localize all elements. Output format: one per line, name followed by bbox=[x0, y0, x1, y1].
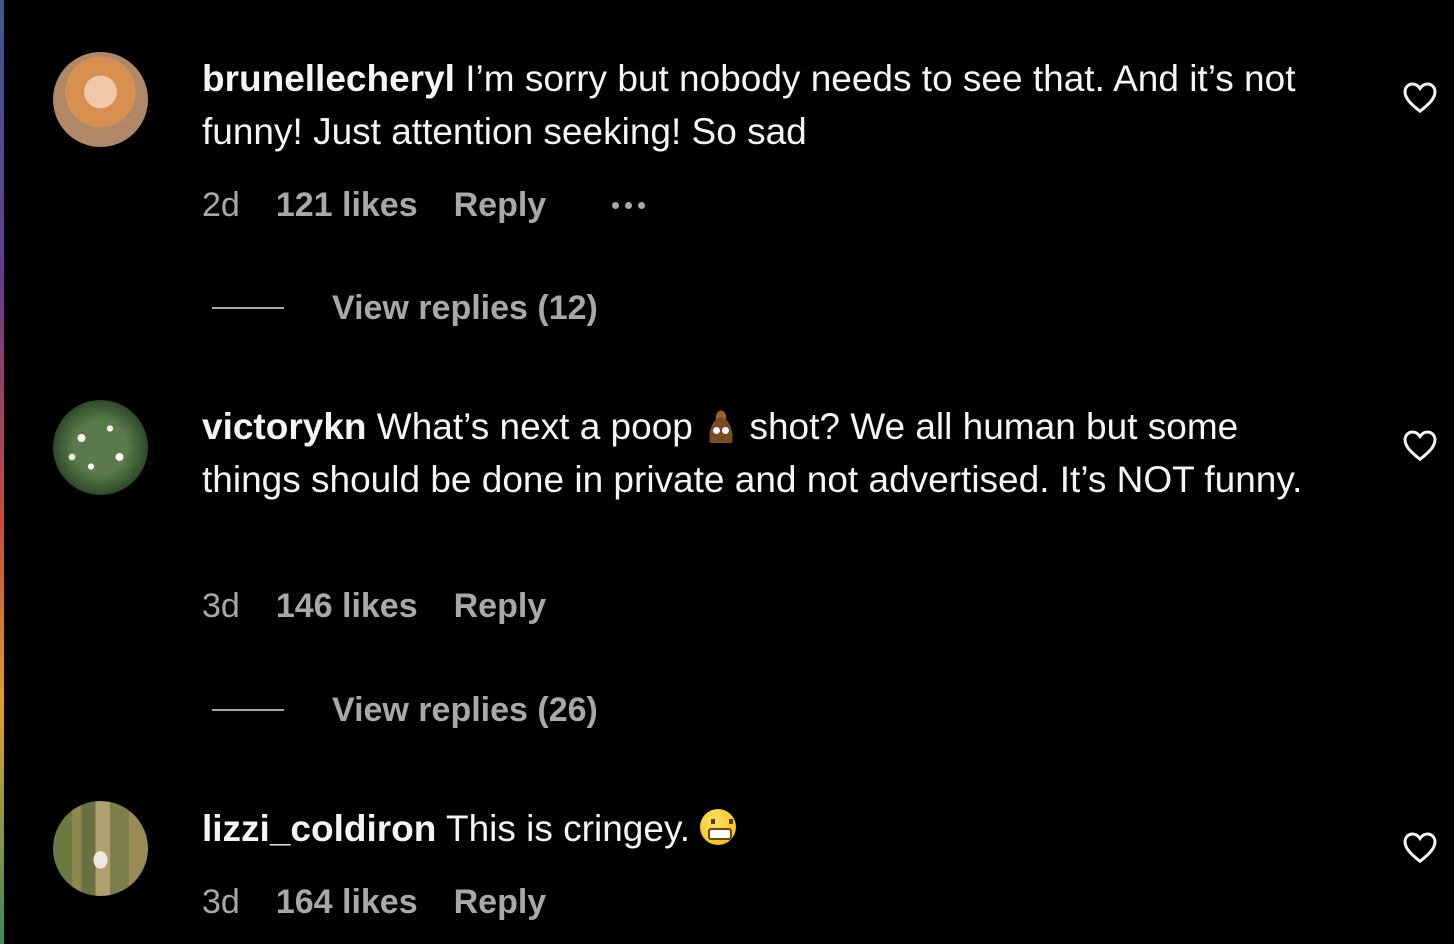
view-replies-divider bbox=[212, 307, 284, 309]
view-replies-button[interactable]: View replies (12) bbox=[212, 288, 598, 328]
comment-meta: 3d 164 likes Reply bbox=[202, 882, 612, 922]
reply-button[interactable]: Reply bbox=[454, 186, 547, 225]
view-replies-label: View replies (26) bbox=[332, 690, 598, 729]
comment-text: lizzi_coldiron This is cringey. bbox=[202, 802, 1352, 855]
view-replies-divider bbox=[212, 709, 284, 711]
comment-meta: 3d 146 likes Reply bbox=[202, 586, 612, 626]
avatar[interactable] bbox=[53, 52, 148, 147]
comment-likes-count[interactable]: 164 likes bbox=[276, 883, 418, 922]
comment-text: victorykn What’s next a poop shot? We al… bbox=[202, 400, 1342, 506]
comment-timestamp[interactable]: 2d bbox=[202, 186, 240, 225]
comment-body: This is cringey. bbox=[445, 808, 690, 849]
comment-likes-count[interactable]: 146 likes bbox=[276, 587, 418, 626]
avatar[interactable] bbox=[53, 801, 148, 896]
comment-username[interactable]: lizzi_coldiron bbox=[202, 808, 436, 849]
comment-meta: 2d 121 likes Reply bbox=[202, 185, 646, 225]
comment-body-part-1: What’s next a poop bbox=[376, 406, 693, 447]
reply-button[interactable]: Reply bbox=[454, 587, 547, 626]
like-heart-icon[interactable] bbox=[1402, 428, 1438, 462]
view-replies-label: View replies (12) bbox=[332, 288, 598, 327]
comment-text: brunellecheryl I’m sorry but nobody need… bbox=[202, 52, 1352, 158]
window-edge-strip bbox=[0, 0, 4, 944]
avatar[interactable] bbox=[53, 400, 148, 495]
comment-timestamp[interactable]: 3d bbox=[202, 883, 240, 922]
comment-username[interactable]: brunellecheryl bbox=[202, 58, 455, 99]
more-options-icon[interactable] bbox=[612, 201, 646, 209]
pile-of-poo-emoji-icon bbox=[703, 407, 740, 443]
comment-timestamp[interactable]: 3d bbox=[202, 587, 240, 626]
view-replies-button[interactable]: View replies (26) bbox=[212, 690, 598, 730]
like-heart-icon[interactable] bbox=[1402, 80, 1438, 114]
grimacing-face-emoji-icon bbox=[700, 809, 737, 845]
comment-body-part-2: shot? We all human but some things shoul… bbox=[202, 406, 1303, 500]
comment-likes-count[interactable]: 121 likes bbox=[276, 186, 418, 225]
reply-button[interactable]: Reply bbox=[454, 883, 547, 922]
comment-username[interactable]: victorykn bbox=[202, 406, 367, 447]
like-heart-icon[interactable] bbox=[1402, 830, 1438, 864]
